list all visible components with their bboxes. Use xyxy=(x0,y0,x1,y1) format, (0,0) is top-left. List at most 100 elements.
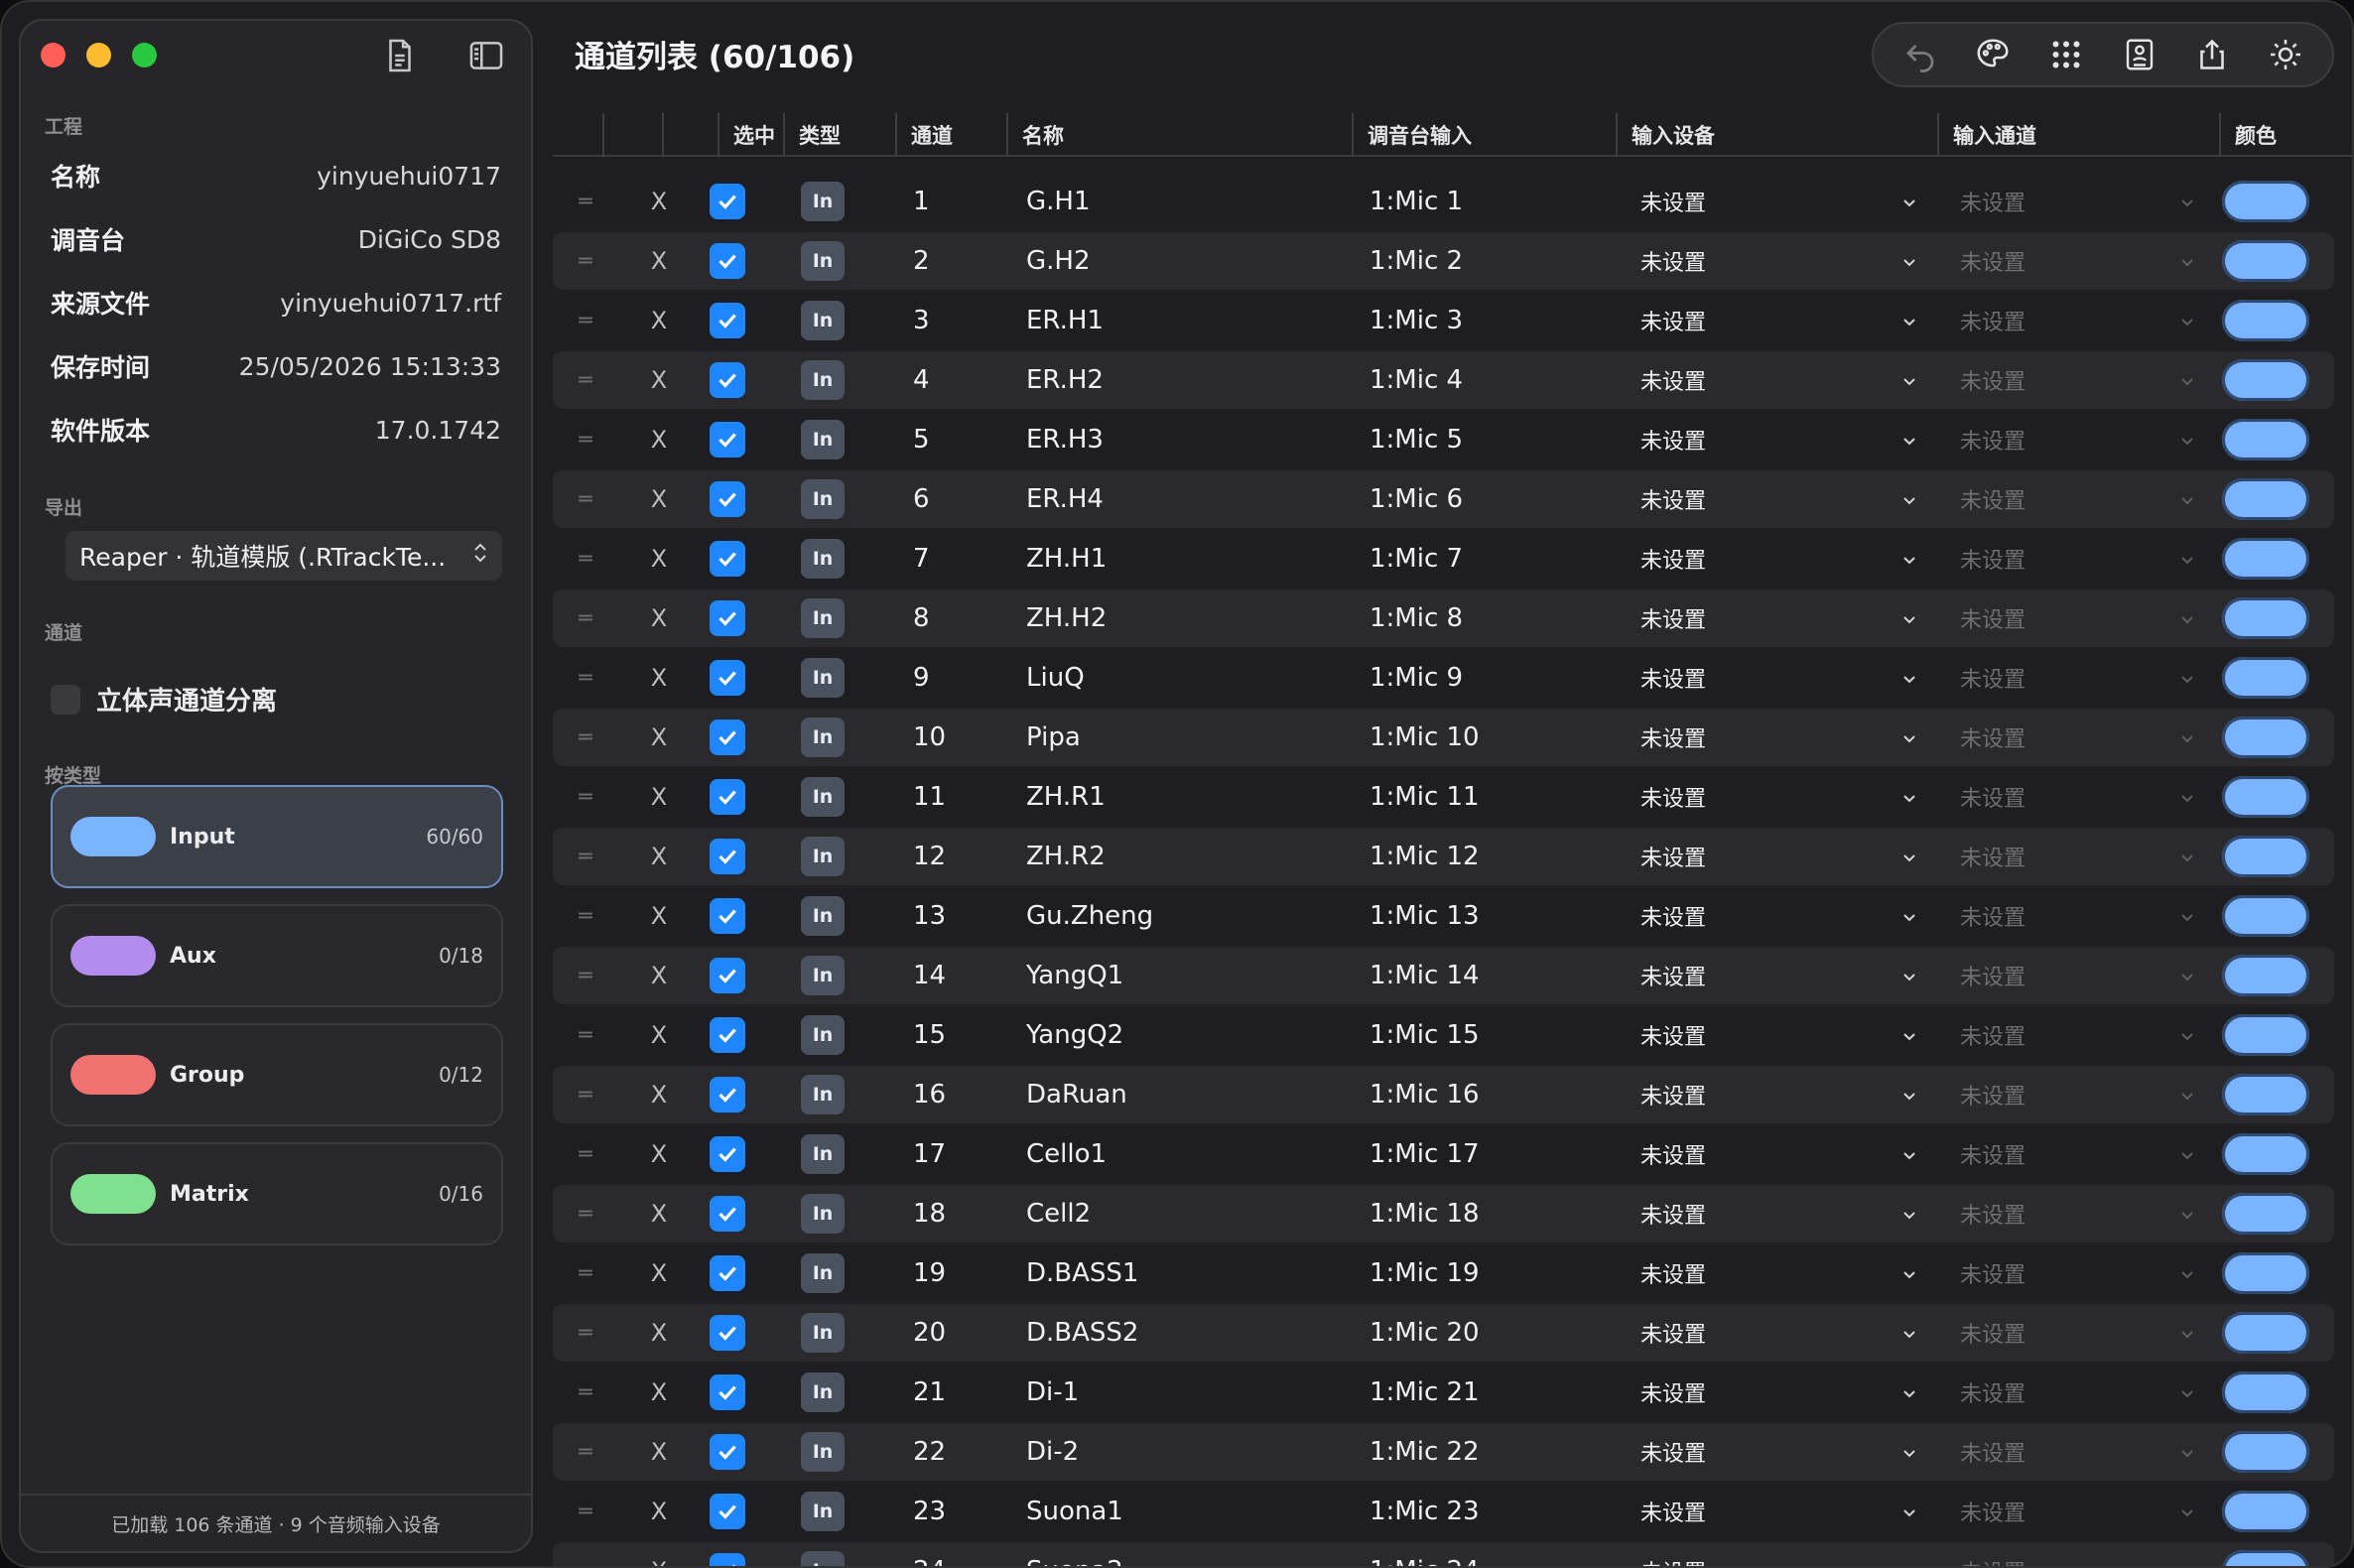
remove-row-button[interactable]: X xyxy=(644,411,674,468)
sidebar-toggle-icon[interactable] xyxy=(467,37,505,74)
color-swatch[interactable] xyxy=(2222,240,2309,282)
palette-button[interactable] xyxy=(1972,34,2014,75)
channel-name[interactable]: ER.H3 xyxy=(1026,411,1104,468)
drag-handle-icon[interactable]: ═ xyxy=(571,709,600,766)
input-channel-select[interactable]: 未设置 xyxy=(1960,1244,2196,1302)
channel-name[interactable]: D.BASS2 xyxy=(1026,1304,1138,1362)
undo-button[interactable] xyxy=(1899,34,1941,75)
color-swatch[interactable] xyxy=(2222,895,2309,937)
row-select-checkbox[interactable] xyxy=(710,600,745,636)
input-device-select[interactable]: 未设置 xyxy=(1640,1423,1918,1481)
remove-row-button[interactable]: X xyxy=(644,173,674,230)
appearance-button[interactable] xyxy=(2265,34,2306,75)
remove-row-button[interactable]: X xyxy=(644,709,674,766)
input-device-select[interactable]: 未设置 xyxy=(1640,530,1918,588)
color-swatch[interactable] xyxy=(2222,1312,2309,1354)
color-swatch[interactable] xyxy=(2222,1133,2309,1175)
remove-row-button[interactable]: X xyxy=(644,351,674,409)
color-swatch[interactable] xyxy=(2222,1372,2309,1413)
drag-handle-icon[interactable]: ═ xyxy=(571,828,600,885)
col-type[interactable]: 类型 xyxy=(783,113,862,157)
color-swatch[interactable] xyxy=(2222,836,2309,877)
stereo-split-checkbox[interactable] xyxy=(51,684,80,715)
remove-row-button[interactable]: X xyxy=(644,947,674,1004)
input-channel-select[interactable]: 未设置 xyxy=(1960,1185,2196,1242)
channel-name[interactable]: ZH.H1 xyxy=(1026,530,1107,588)
export-format-select[interactable]: Reaper · 轨道模版 (.RTrackTe... xyxy=(65,531,502,581)
input-channel-select[interactable]: 未设置 xyxy=(1960,1125,2196,1183)
row-select-checkbox[interactable] xyxy=(710,1077,745,1112)
input-device-select[interactable]: 未设置 xyxy=(1640,1542,1918,1566)
input-device-select[interactable]: 未设置 xyxy=(1640,1364,1918,1421)
zoom-window-button[interactable] xyxy=(132,43,157,67)
drag-handle-icon[interactable]: ═ xyxy=(571,887,600,945)
table-row[interactable]: ═ X In 3 ER.H1 1:Mic 3 未设置 未设置 xyxy=(553,292,2334,349)
channel-name[interactable]: ZH.R1 xyxy=(1026,768,1106,826)
drag-handle-icon[interactable]: ═ xyxy=(571,1423,600,1481)
channel-name[interactable]: DaRuan xyxy=(1026,1066,1127,1123)
channel-name[interactable]: ZH.R2 xyxy=(1026,828,1106,885)
table-row[interactable]: ═ X In 14 YangQ1 1:Mic 14 未设置 未设置 xyxy=(553,947,2334,1004)
input-device-select[interactable]: 未设置 xyxy=(1640,1006,1918,1064)
row-select-checkbox[interactable] xyxy=(710,719,745,755)
input-channel-select[interactable]: 未设置 xyxy=(1960,1006,2196,1064)
color-swatch[interactable] xyxy=(2222,955,2309,996)
input-device-select[interactable]: 未设置 xyxy=(1640,1066,1918,1123)
drag-handle-icon[interactable]: ═ xyxy=(571,530,600,588)
table-row[interactable]: ═ X In 18 Cell2 1:Mic 18 未设置 未设置 xyxy=(553,1185,2334,1242)
color-swatch[interactable] xyxy=(2222,657,2309,699)
input-channel-select[interactable]: 未设置 xyxy=(1960,173,2196,230)
input-channel-select[interactable]: 未设置 xyxy=(1960,292,2196,349)
input-device-select[interactable]: 未设置 xyxy=(1640,1304,1918,1362)
remove-row-button[interactable]: X xyxy=(644,1423,674,1481)
remove-row-button[interactable]: X xyxy=(644,1125,674,1183)
row-select-checkbox[interactable] xyxy=(710,481,745,517)
table-row[interactable]: ═ X In 16 DaRuan 1:Mic 16 未设置 未设置 xyxy=(553,1066,2334,1123)
input-channel-select[interactable]: 未设置 xyxy=(1960,828,2196,885)
table-row[interactable]: ═ X In 6 ER.H4 1:Mic 6 未设置 未设置 xyxy=(553,470,2334,528)
channel-name[interactable]: Pipa xyxy=(1026,709,1081,766)
input-channel-select[interactable]: 未设置 xyxy=(1960,768,2196,826)
channel-name[interactable]: YangQ1 xyxy=(1026,947,1123,1004)
table-row[interactable]: ═ X In 1 G.H1 1:Mic 1 未设置 未设置 xyxy=(553,173,2334,230)
input-device-select[interactable]: 未设置 xyxy=(1640,232,1918,290)
drag-handle-icon[interactable]: ═ xyxy=(571,470,600,528)
drag-handle-icon[interactable]: ═ xyxy=(571,1066,600,1123)
drag-handle-icon[interactable]: ═ xyxy=(571,649,600,707)
table-row[interactable]: ═ X In 19 D.BASS1 1:Mic 19 未设置 未设置 xyxy=(553,1244,2334,1302)
table-row[interactable]: ═ X In 7 ZH.H1 1:Mic 7 未设置 未设置 xyxy=(553,530,2334,588)
input-channel-select[interactable]: 未设置 xyxy=(1960,589,2196,647)
input-channel-select[interactable]: 未设置 xyxy=(1960,351,2196,409)
col-select[interactable]: 选中 xyxy=(718,113,793,157)
input-channel-select[interactable]: 未设置 xyxy=(1960,1364,2196,1421)
channel-name[interactable]: Gu.Zheng xyxy=(1026,887,1153,945)
color-swatch[interactable] xyxy=(2222,419,2309,460)
row-select-checkbox[interactable] xyxy=(710,1434,745,1470)
remove-row-button[interactable]: X xyxy=(644,1483,674,1540)
color-swatch[interactable] xyxy=(2222,597,2309,639)
table-row[interactable]: ═ X In 8 ZH.H2 1:Mic 8 未设置 未设置 xyxy=(553,589,2334,647)
input-device-select[interactable]: 未设置 xyxy=(1640,947,1918,1004)
input-device-select[interactable]: 未设置 xyxy=(1640,768,1918,826)
input-channel-select[interactable]: 未设置 xyxy=(1960,411,2196,468)
input-channel-select[interactable]: 未设置 xyxy=(1960,1542,2196,1566)
input-channel-select[interactable]: 未设置 xyxy=(1960,530,2196,588)
type-filter-aux[interactable]: Aux 0/18 xyxy=(51,904,503,1007)
input-device-select[interactable]: 未设置 xyxy=(1640,470,1918,528)
type-filter-group[interactable]: Group 0/12 xyxy=(51,1023,503,1126)
remove-row-button[interactable]: X xyxy=(644,887,674,945)
row-select-checkbox[interactable] xyxy=(710,958,745,993)
remove-row-button[interactable]: X xyxy=(644,232,674,290)
drag-handle-icon[interactable]: ═ xyxy=(571,411,600,468)
channel-name[interactable]: Cello1 xyxy=(1026,1125,1107,1183)
drag-handle-icon[interactable]: ═ xyxy=(571,232,600,290)
table-row[interactable]: ═ X In 20 D.BASS2 1:Mic 20 未设置 未设置 xyxy=(553,1304,2334,1362)
col-channel[interactable]: 通道 xyxy=(895,113,1006,157)
input-channel-select[interactable]: 未设置 xyxy=(1960,887,2196,945)
channel-name[interactable]: Suona2 xyxy=(1026,1542,1123,1566)
row-select-checkbox[interactable] xyxy=(710,303,745,338)
table-row[interactable]: ═ X In 5 ER.H3 1:Mic 5 未设置 未设置 xyxy=(553,411,2334,468)
drag-handle-icon[interactable]: ═ xyxy=(571,292,600,349)
input-channel-select[interactable]: 未设置 xyxy=(1960,1423,2196,1481)
close-window-button[interactable] xyxy=(41,43,65,67)
